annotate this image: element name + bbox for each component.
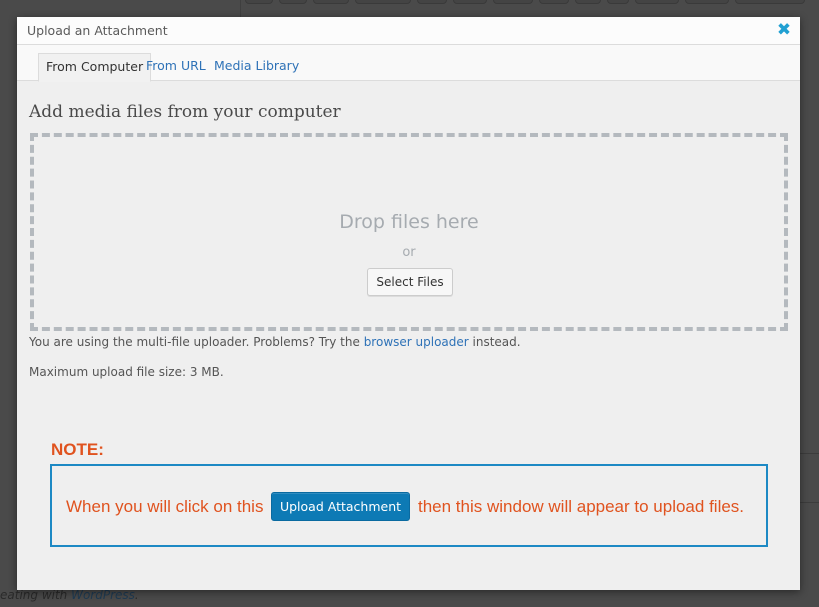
select-files-button[interactable]: Select Files bbox=[367, 268, 453, 296]
background-divider bbox=[240, 0, 241, 17]
close-icon[interactable]: ✖ bbox=[776, 21, 792, 39]
tab-from-computer[interactable]: From Computer bbox=[38, 53, 152, 82]
dialog-titlebar: Upload an Attachment ✖ bbox=[17, 17, 800, 45]
max-upload-size: Maximum upload file size: 3 MB. bbox=[29, 365, 224, 379]
dialog-content: Add media files from your computer Drop … bbox=[17, 81, 800, 590]
footer-text: eating with bbox=[0, 588, 72, 602]
dialog-title: Upload an Attachment bbox=[27, 23, 168, 38]
drop-zone[interactable]: Drop files here or Select Files bbox=[30, 133, 788, 331]
upload-dialog: Upload an Attachment ✖ From Computer Fro… bbox=[17, 17, 800, 590]
uploader-notice-suffix: instead. bbox=[468, 335, 521, 349]
or-text: or bbox=[402, 245, 416, 260]
section-heading: Add media files from your computer bbox=[29, 102, 341, 122]
background-footer: eating with WordPress. bbox=[0, 588, 139, 602]
wordpress-link[interactable]: WordPress bbox=[71, 588, 135, 602]
uploader-notice-text: You are using the multi-file uploader. P… bbox=[29, 335, 364, 349]
background-toolbar bbox=[245, 0, 819, 8]
footer-suffix: . bbox=[134, 588, 139, 602]
tab-media-library[interactable]: Media Library bbox=[207, 53, 306, 81]
note-box: When you will click on this Upload Attac… bbox=[50, 464, 768, 547]
browser-uploader-link[interactable]: browser uploader bbox=[364, 335, 469, 349]
uploader-notice: You are using the multi-file uploader. P… bbox=[29, 335, 521, 349]
note-text-after: then this window will appear to upload f… bbox=[418, 497, 745, 516]
background-panel bbox=[800, 453, 819, 503]
tab-bar: From Computer From URL Media Library bbox=[17, 45, 800, 82]
note-label: NOTE: bbox=[51, 440, 104, 459]
upload-attachment-button[interactable]: Upload Attachment bbox=[271, 492, 410, 521]
tab-from-url[interactable]: From URL bbox=[139, 53, 213, 81]
note-text-before: When you will click on this bbox=[66, 497, 264, 516]
drop-files-text: Drop files here bbox=[339, 211, 479, 233]
